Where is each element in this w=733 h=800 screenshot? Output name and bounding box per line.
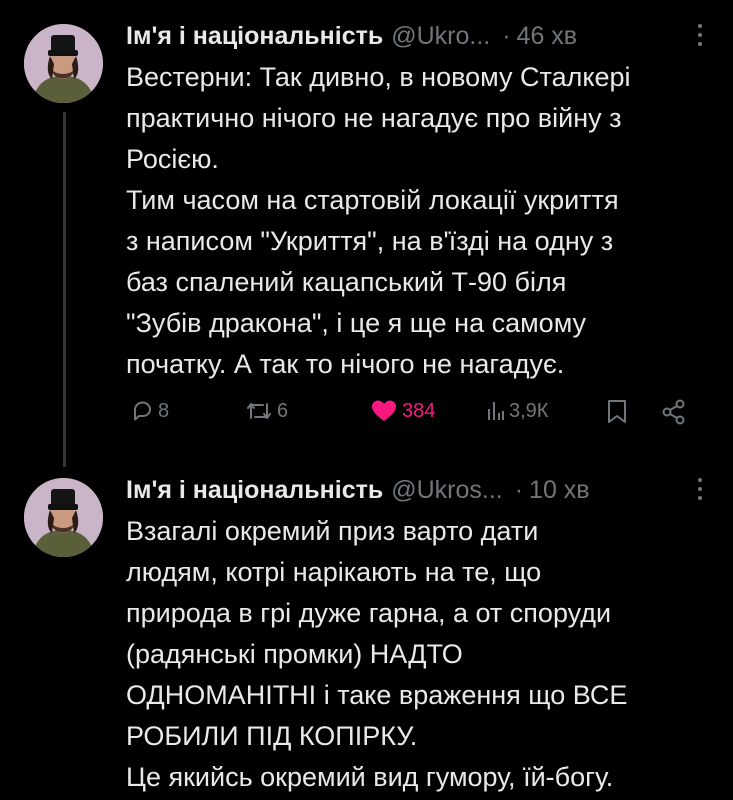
- bookmark-icon: [606, 399, 628, 425]
- more-icon[interactable]: [697, 478, 703, 504]
- share-button[interactable]: [660, 399, 688, 425]
- tweet-text: Вестерни: Так дивно, в новому Сталкері п…: [126, 62, 631, 379]
- author-handle[interactable]: @Ukro...: [391, 22, 490, 51]
- like-icon: [370, 399, 398, 423]
- separator-dot: ·: [514, 475, 524, 504]
- reply-icon: [130, 399, 154, 423]
- retweet-button[interactable]: 6: [245, 399, 288, 423]
- tweet-header: Ім'я і національність @Ukros... · 10 хв: [126, 472, 713, 508]
- reply-count: 8: [158, 399, 170, 422]
- tweet-body: Ім'я і національність @Ukros... · 10 хв …: [126, 472, 713, 798]
- author-name[interactable]: Ім'я і національність: [126, 476, 383, 505]
- more-icon[interactable]: [697, 24, 703, 50]
- views-button[interactable]: 3,9К: [487, 399, 548, 423]
- tweet-header: Ім'я і національність @Ukro... · 46 хв: [126, 18, 713, 54]
- like-count: 384: [402, 399, 436, 422]
- timestamp[interactable]: 10 хв: [529, 476, 590, 505]
- avatar[interactable]: [24, 24, 103, 103]
- author-handle[interactable]: @Ukros...: [391, 476, 503, 505]
- tweet-text: Взагалі окремий приз варто дати людям, к…: [126, 516, 628, 792]
- avatar[interactable]: [24, 478, 103, 557]
- retweet-icon: [245, 399, 273, 423]
- tweet-actions: 8 6 384 3,9К: [130, 399, 713, 439]
- timestamp[interactable]: 46 хв: [517, 22, 578, 51]
- tweet-body: Ім'я і національність @Ukro... · 46 хв В…: [126, 18, 713, 385]
- separator-dot: ·: [502, 21, 511, 50]
- views-icon: [487, 399, 505, 423]
- retweet-count: 6: [277, 399, 289, 422]
- bookmark-button[interactable]: [606, 399, 628, 425]
- author-name[interactable]: Ім'я і національність: [126, 22, 383, 51]
- views-count: 3,9К: [509, 399, 549, 422]
- thread-connector-line: [63, 112, 66, 467]
- share-icon: [660, 399, 688, 425]
- like-button[interactable]: 384: [370, 399, 435, 423]
- reply-button[interactable]: 8: [130, 399, 169, 423]
